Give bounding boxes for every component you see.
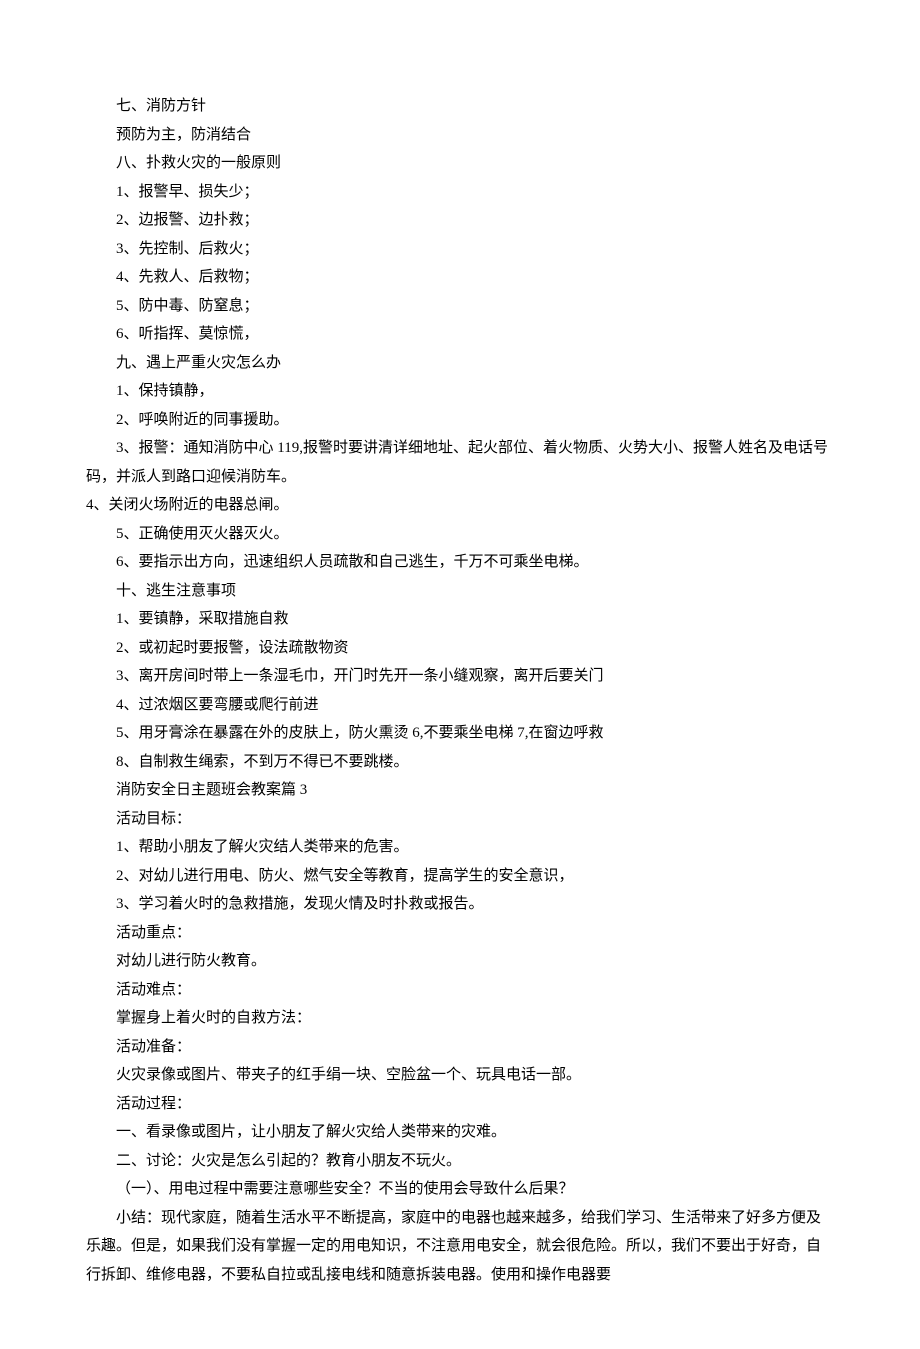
text-line: 5、正确使用灭火器灭火。	[86, 520, 834, 549]
text-line: 1、保持镇静，	[86, 377, 834, 406]
text-line: 九、遇上严重火灾怎么办	[86, 349, 834, 378]
text-line: 活动难点：	[86, 976, 834, 1005]
text-line: 消防安全日主题班会教案篇 3	[86, 776, 834, 805]
text-line: 火灾录像或图片、带夹子的红手绢一块、空脸盆一个、玩具电话一部。	[86, 1061, 834, 1090]
document-body: 七、消防方针预防为主，防消结合八、扑救火灾的一般原则1、报警早、损失少；2、边报…	[86, 92, 834, 1289]
text-line: 8、自制救生绳索，不到万不得已不要跳楼。	[86, 748, 834, 777]
text-line: 掌握身上着火时的自救方法：	[86, 1004, 834, 1033]
text-line: 2、或初起时要报警，设法疏散物资	[86, 634, 834, 663]
text-line: 6、要指示出方向，迅速组织人员疏散和自己逃生，千万不可乘坐电梯。	[86, 548, 834, 577]
text-line: 6、听指挥、莫惊慌，	[86, 320, 834, 349]
text-line: 4、关闭火场附近的电器总闸。	[86, 491, 834, 520]
text-line: （一）、用电过程中需要注意哪些安全？不当的使用会导致什么后果？	[86, 1175, 834, 1204]
text-line: 七、消防方针	[86, 92, 834, 121]
text-line: 3、离开房间时带上一条湿毛巾，开门时先开一条小缝观察，离开后要关门	[86, 662, 834, 691]
text-line: 3、学习着火时的急救措施，发现火情及时扑救或报告。	[86, 890, 834, 919]
text-line: 4、先救人、后救物；	[86, 263, 834, 292]
text-line: 3、先控制、后救火；	[86, 235, 834, 264]
text-line: 1、要镇静，采取措施自救	[86, 605, 834, 634]
text-line: 活动过程：	[86, 1090, 834, 1119]
text-line: 对幼儿进行防火教育。	[86, 947, 834, 976]
text-line: 5、防中毒、防窒息；	[86, 292, 834, 321]
text-line: 二、讨论：火灾是怎么引起的？教育小朋友不玩火。	[86, 1147, 834, 1176]
text-line: 活动目标：	[86, 805, 834, 834]
text-line: 活动重点：	[86, 919, 834, 948]
text-line: 一、看录像或图片，让小朋友了解火灾给人类带来的灾难。	[86, 1118, 834, 1147]
text-line: 5、用牙膏涂在暴露在外的皮肤上，防火熏烫 6,不要乘坐电梯 7,在窗边呼救	[86, 719, 834, 748]
text-line: 1、报警早、损失少；	[86, 178, 834, 207]
text-line: 小结：现代家庭，随着生活水平不断提高，家庭中的电器也越来越多，给我们学习、生活带…	[86, 1204, 834, 1290]
text-line: 2、对幼儿进行用电、防火、燃气安全等教育，提高学生的安全意识，	[86, 862, 834, 891]
document-page: 七、消防方针预防为主，防消结合八、扑救火灾的一般原则1、报警早、损失少；2、边报…	[0, 0, 920, 1349]
text-line: 3、报警：通知消防中心 119,报警时要讲清详细地址、起火部位、着火物质、火势大…	[86, 434, 834, 491]
text-line: 十、逃生注意事项	[86, 577, 834, 606]
text-line: 2、呼唤附近的同事援助。	[86, 406, 834, 435]
text-line: 4、过浓烟区要弯腰或爬行前进	[86, 691, 834, 720]
text-line: 预防为主，防消结合	[86, 121, 834, 150]
text-line: 1、帮助小朋友了解火灾结人类带来的危害。	[86, 833, 834, 862]
text-line: 八、扑救火灾的一般原则	[86, 149, 834, 178]
text-line: 活动准备：	[86, 1033, 834, 1062]
text-line: 2、边报警、边扑救；	[86, 206, 834, 235]
